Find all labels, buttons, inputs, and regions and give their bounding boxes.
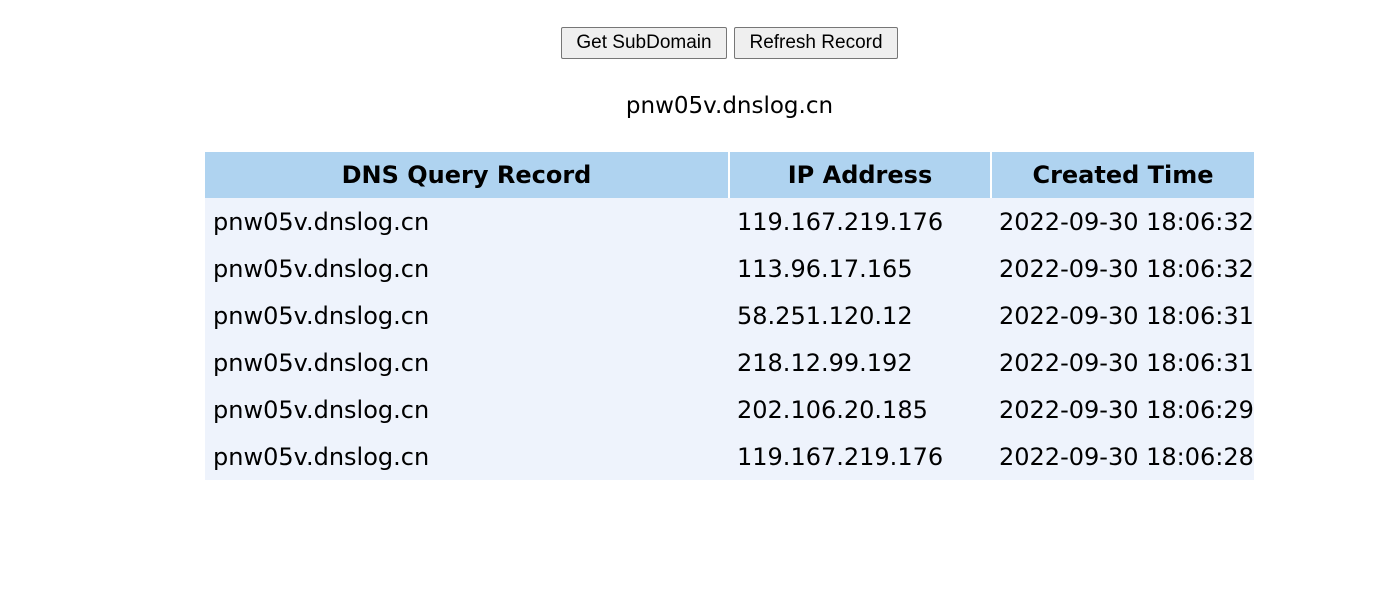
table-row: pnw05v.dnslog.cn 202.106.20.185 2022-09-… (205, 386, 1254, 433)
column-header-dns-query-record: DNS Query Record (205, 152, 729, 198)
column-header-created-time: Created Time (990, 152, 1254, 198)
table-row: pnw05v.dnslog.cn 119.167.219.176 2022-09… (205, 433, 1254, 480)
time-cell: 2022-09-30 18:06:31 (999, 348, 1254, 377)
toolbar: Get SubDomain Refresh Record (561, 27, 898, 59)
ip-cell: 202.106.20.185 (737, 395, 928, 424)
table-header-row: DNS Query Record IP Address Created Time (205, 152, 1254, 198)
ip-cell: 119.167.219.176 (737, 207, 944, 236)
table-row: pnw05v.dnslog.cn 218.12.99.192 2022-09-3… (205, 339, 1254, 386)
ip-cell: 58.251.120.12 (737, 301, 913, 330)
time-cell: 2022-09-30 18:06:29 (999, 395, 1254, 424)
record-cell: pnw05v.dnslog.cn (213, 301, 430, 330)
record-cell: pnw05v.dnslog.cn (213, 395, 430, 424)
record-cell: pnw05v.dnslog.cn (213, 442, 430, 471)
ip-cell: 119.167.219.176 (737, 442, 944, 471)
table-row: pnw05v.dnslog.cn 119.167.219.176 2022-09… (205, 198, 1254, 245)
ip-cell: 113.96.17.165 (737, 254, 913, 283)
time-cell: 2022-09-30 18:06:32 (999, 207, 1254, 236)
record-cell: pnw05v.dnslog.cn (213, 254, 430, 283)
subdomain-display: pnw05v.dnslog.cn (625, 93, 834, 119)
time-cell: 2022-09-30 18:06:31 (999, 301, 1254, 330)
ip-cell: 218.12.99.192 (737, 348, 913, 377)
get-subdomain-button[interactable]: Get SubDomain (561, 27, 727, 59)
table-row: pnw05v.dnslog.cn 58.251.120.12 2022-09-3… (205, 292, 1254, 339)
time-cell: 2022-09-30 18:06:28 (999, 442, 1254, 471)
record-cell: pnw05v.dnslog.cn (213, 207, 430, 236)
column-header-ip-address: IP Address (728, 152, 991, 198)
time-cell: 2022-09-30 18:06:32 (999, 254, 1254, 283)
table-row: pnw05v.dnslog.cn 113.96.17.165 2022-09-3… (205, 245, 1254, 292)
refresh-record-button[interactable]: Refresh Record (734, 27, 898, 59)
record-cell: pnw05v.dnslog.cn (213, 348, 430, 377)
dns-records-table: DNS Query Record IP Address Created Time… (205, 152, 1254, 480)
